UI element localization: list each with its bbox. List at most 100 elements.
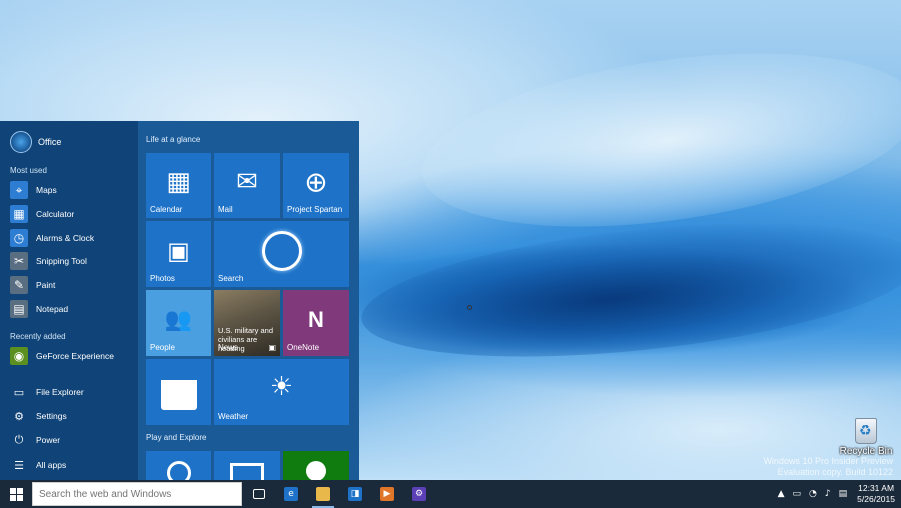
menu-item-power[interactable]: ⏻ Power (10, 430, 130, 450)
start-menu: Office Most used ⌖ Maps ▦ Calculator ◷ A… (0, 121, 359, 480)
tile-xbox[interactable] (283, 451, 349, 480)
tile-search[interactable]: Search (214, 221, 349, 287)
tile-label: OneNote (287, 343, 320, 352)
menu-item-alarms-clock[interactable]: ◷ Alarms & Clock (10, 228, 130, 248)
movies-icon (230, 463, 264, 480)
recently-added-label: Recently added (10, 332, 66, 341)
maps-icon: ⌖ (10, 181, 28, 199)
network-icon[interactable]: ◔ (809, 489, 817, 499)
tile-music[interactable] (146, 451, 211, 480)
menu-item-calculator[interactable]: ▦ Calculator (10, 204, 130, 224)
search-box[interactable] (32, 482, 242, 506)
menu-item-snipping-tool[interactable]: ✂ Snipping Tool (10, 251, 130, 271)
menu-item-label: File Explorer (36, 387, 84, 397)
tile-label: People (150, 343, 175, 352)
group-label-life-at-a-glance: Life at a glance (146, 135, 201, 144)
clock-time: 12:31 AM (858, 483, 895, 493)
news-icon: ▣ (268, 343, 276, 352)
mail-icon: ✉ (236, 167, 258, 198)
watermark-line-1: Windows 10 Pro Insider Preview (763, 456, 893, 466)
task-view-button[interactable] (244, 480, 274, 508)
menu-item-settings[interactable]: ⚙ Settings (10, 406, 130, 426)
search-input[interactable] (33, 483, 241, 505)
clock[interactable]: 12:31 AM 5/26/2015 (857, 483, 895, 505)
user-account[interactable]: Office (10, 131, 61, 153)
list-icon: ☰ (14, 458, 24, 472)
calculator-icon: ▦ (10, 205, 28, 223)
watermark-line-2: Evaluation copy. Build 10122 (777, 467, 893, 477)
tile-label: Calendar (150, 205, 183, 214)
user-name: Office (38, 137, 62, 147)
onenote-icon: N (308, 306, 324, 332)
taskbar-media-player[interactable]: ▶ (372, 480, 402, 508)
tile-news[interactable]: U.S. military and civilians are heading … (214, 290, 280, 356)
folder-icon: ▭ (13, 385, 25, 399)
nvidia-icon: ◉ (10, 347, 28, 365)
tile-label: Project Spartan (287, 205, 343, 214)
tile-label: Search (218, 274, 244, 283)
menu-item-geforce-experience[interactable]: ◉ GeForce Experience (10, 346, 130, 366)
battery-icon[interactable]: ▭ (793, 489, 802, 499)
menu-item-notepad[interactable]: ▤ Notepad (10, 299, 130, 319)
volume-icon[interactable]: ♪ (825, 489, 831, 499)
sun-icon: ☀ (269, 371, 294, 402)
tile-store[interactable] (146, 359, 211, 425)
menu-item-label: Calculator (36, 209, 75, 219)
taskbar-file-explorer[interactable] (308, 480, 338, 508)
media-player-icon: ▶ (380, 487, 394, 501)
store-icon (160, 380, 197, 411)
windows-logo-icon (9, 487, 23, 501)
menu-item-label: Power (36, 435, 61, 445)
tile-weather[interactable]: ☀ Weather (214, 359, 349, 425)
tile-mail[interactable]: ✉ Mail (214, 153, 280, 218)
paint-palette-icon: ✎ (10, 276, 28, 294)
tile-calendar[interactable]: ▦ Calendar (146, 153, 211, 218)
cortana-icon (261, 230, 302, 271)
taskbar-internet-explorer[interactable]: e (276, 480, 306, 508)
menu-item-file-explorer[interactable]: ▭ File Explorer (10, 382, 130, 402)
tile-people[interactable]: 👥 People (146, 290, 211, 356)
avatar (10, 131, 32, 153)
calendar-icon: ▦ (166, 167, 191, 198)
tile-project-spartan[interactable]: ⊕ Project Spartan (283, 153, 349, 218)
start-button[interactable] (0, 480, 32, 508)
taskbar-store[interactable]: ◨ (340, 480, 370, 508)
menu-item-label: All apps (36, 460, 67, 470)
menu-item-label: Snipping Tool (36, 256, 87, 266)
build-watermark: Windows 10 Pro Insider Preview Evaluatio… (763, 456, 893, 478)
mouse-cursor (467, 305, 472, 310)
scissors-icon: ✂ (10, 252, 28, 270)
menu-item-label: Paint (36, 280, 56, 290)
chevron-up-icon[interactable]: ▲ (778, 489, 785, 499)
folder-icon (316, 487, 330, 501)
gear-icon: ⚙ (14, 409, 24, 423)
tile-label: Mail (218, 205, 233, 214)
people-icon: 👥 (164, 307, 193, 333)
group-label-play-and-explore: Play and Explore (146, 433, 207, 442)
music-icon (166, 461, 191, 480)
wallpaper-crevasse (355, 201, 901, 379)
xbox-icon (306, 461, 326, 480)
tile-movies[interactable] (214, 451, 280, 480)
alarm-clock-icon: ◷ (10, 229, 28, 247)
action-center-icon[interactable]: ▤ (839, 489, 848, 499)
menu-item-label: Settings (36, 411, 67, 421)
start-menu-tiles-pane: Life at a glance ▦ Calendar ✉ Mail ⊕ Pro… (138, 121, 359, 480)
tile-onenote[interactable]: N OneNote (283, 290, 349, 356)
taskbar-settings[interactable]: ⚙ (404, 480, 434, 508)
recycle-bin-shortcut[interactable]: Recycle Bin (836, 418, 896, 457)
clock-date: 5/26/2015 (857, 494, 895, 504)
most-used-label: Most used (10, 166, 47, 175)
menu-item-label: Alarms & Clock (36, 233, 95, 243)
menu-item-maps[interactable]: ⌖ Maps (10, 180, 130, 200)
menu-item-all-apps[interactable]: ☰ All apps (10, 455, 130, 475)
system-tray: ▲ ▭ ◔ ♪ ▤ 12:31 AM 5/26/2015 (774, 480, 901, 508)
power-icon: ⏻ (14, 433, 24, 446)
tile-photos[interactable]: ▣ Photos (146, 221, 211, 287)
menu-item-paint[interactable]: ✎ Paint (10, 275, 130, 295)
taskbar: e ◨ ▶ ⚙ ▲ ▭ ◔ ♪ ▤ 12:31 AM 5/26/2015 (0, 480, 901, 508)
settings-app-icon: ⚙ (412, 487, 426, 501)
notepad-icon: ▤ (10, 300, 28, 318)
tile-label: News (218, 343, 239, 352)
menu-item-label: GeForce Experience (36, 351, 114, 361)
